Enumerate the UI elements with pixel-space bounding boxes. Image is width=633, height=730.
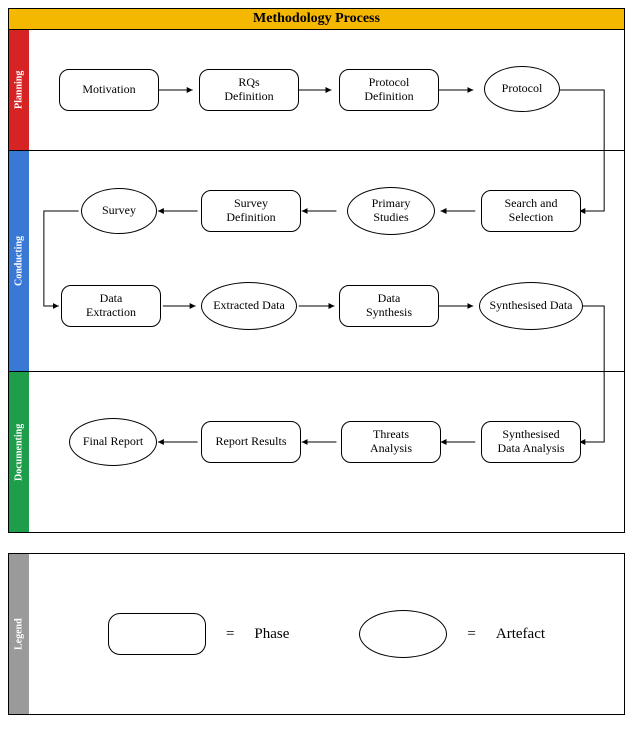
node-synthesised-data: Synthesised Data bbox=[479, 282, 583, 330]
label: Survey Definition bbox=[226, 197, 275, 225]
legend-equals-1: = bbox=[226, 626, 234, 643]
label: Data Extraction bbox=[86, 292, 136, 320]
label: Synthesised Data Analysis bbox=[498, 428, 565, 456]
label: Survey bbox=[102, 204, 136, 218]
node-primary-studies: Primary Studies bbox=[347, 187, 435, 235]
node-data-synthesis: Data Synthesis bbox=[339, 285, 439, 327]
legend-phase-shape bbox=[108, 613, 206, 655]
documenting-section: Documenting Synthesised Data Analysis Th… bbox=[9, 372, 624, 532]
label: Primary Studies bbox=[372, 197, 411, 225]
legend-content: = Phase = Artefact bbox=[29, 554, 624, 714]
legend-phase-text: Phase bbox=[254, 626, 289, 643]
documenting-label: Documenting bbox=[9, 372, 29, 532]
label: Final Report bbox=[83, 435, 143, 449]
main-frame: Planning Motivation RQs Definition Proto… bbox=[8, 30, 625, 533]
conducting-content: Search and Selection Primary Studies Sur… bbox=[29, 151, 624, 371]
planning-content: Motivation RQs Definition Protocol Defin… bbox=[29, 30, 624, 150]
legend-artefact-text: Artefact bbox=[496, 626, 545, 643]
label: Extracted Data bbox=[213, 299, 285, 313]
conducting-label: Conducting bbox=[9, 151, 29, 371]
conducting-section: Conducting bbox=[9, 151, 624, 372]
node-report-results: Report Results bbox=[201, 421, 301, 463]
node-threats-analysis: Threats Analysis bbox=[341, 421, 441, 463]
node-synthesised-data-analysis: Synthesised Data Analysis bbox=[481, 421, 581, 463]
node-final-report: Final Report bbox=[69, 418, 157, 466]
label: Synthesised Data bbox=[490, 299, 573, 313]
label: Report Results bbox=[216, 435, 287, 449]
legend-artefact-shape bbox=[359, 610, 447, 658]
label: RQs Definition bbox=[224, 76, 273, 104]
title-bar: Methodology Process bbox=[8, 8, 625, 30]
label: Threats Analysis bbox=[370, 428, 412, 456]
node-protocol: Protocol bbox=[484, 66, 560, 112]
label: Motivation bbox=[82, 83, 135, 97]
node-motivation: Motivation bbox=[59, 69, 159, 111]
node-data-extraction: Data Extraction bbox=[61, 285, 161, 327]
legend-equals-2: = bbox=[467, 626, 475, 643]
label: Protocol bbox=[502, 82, 543, 96]
title-text: Methodology Process bbox=[253, 11, 380, 26]
node-extracted-data: Extracted Data bbox=[201, 282, 297, 330]
legend-label: Legend bbox=[9, 554, 29, 714]
planning-section: Planning Motivation RQs Definition Proto… bbox=[9, 30, 624, 151]
label: Protocol Definition bbox=[364, 76, 413, 104]
node-survey: Survey bbox=[81, 188, 157, 234]
node-survey-definition: Survey Definition bbox=[201, 190, 301, 232]
label: Data Synthesis bbox=[366, 292, 412, 320]
label: Search and Selection bbox=[505, 197, 558, 225]
planning-label: Planning bbox=[9, 30, 29, 150]
node-rqs-definition: RQs Definition bbox=[199, 69, 299, 111]
documenting-content: Synthesised Data Analysis Threats Analys… bbox=[29, 372, 624, 532]
node-search-selection: Search and Selection bbox=[481, 190, 581, 232]
legend-frame: Legend = Phase = Artefact bbox=[8, 553, 625, 715]
node-protocol-definition: Protocol Definition bbox=[339, 69, 439, 111]
